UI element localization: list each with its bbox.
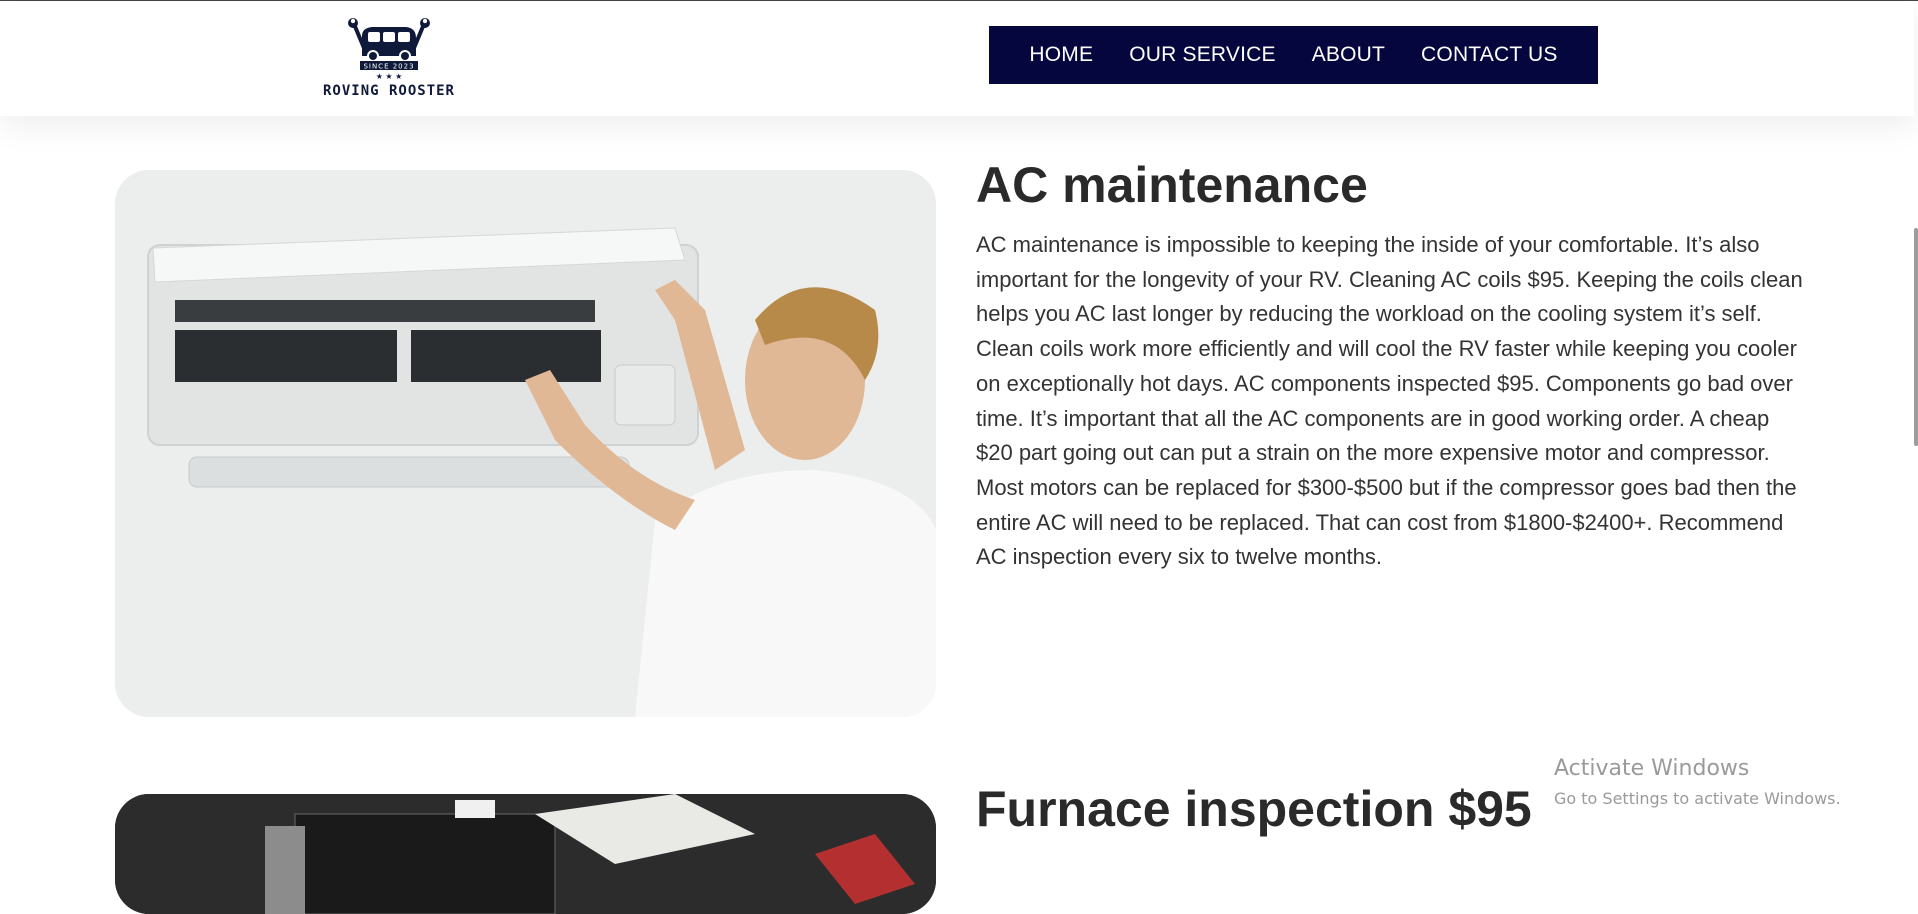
van-logo-icon: SINCE 2023 ★ ★ ★ xyxy=(348,18,430,80)
site-header: SINCE 2023 ★ ★ ★ ROVING ROOSTER HOME OUR… xyxy=(0,1,1914,116)
main-nav: HOME OUR SERVICE ABOUT CONTACT US xyxy=(989,26,1598,84)
furnace-image xyxy=(115,794,936,914)
watermark-subtitle: Go to Settings to activate Windows. xyxy=(1554,789,1841,808)
svg-text:★ ★ ★: ★ ★ ★ xyxy=(376,72,403,80)
logo-text: ROVING ROOSTER xyxy=(322,83,455,99)
windows-activation-watermark: Activate Windows Go to Settings to activ… xyxy=(1554,756,1841,808)
nav-home[interactable]: HOME xyxy=(1011,43,1111,67)
nav-our-service[interactable]: OUR SERVICE xyxy=(1111,43,1294,67)
logo-badge-text: SINCE 2023 xyxy=(363,63,414,71)
section-title-ac-maintenance: AC maintenance xyxy=(976,157,1368,213)
watermark-title: Activate Windows xyxy=(1554,756,1750,781)
nav-contact-us[interactable]: CONTACT US xyxy=(1403,43,1576,67)
ac-technician-image xyxy=(115,170,936,717)
site-logo[interactable]: SINCE 2023 ★ ★ ★ ROVING ROOSTER xyxy=(318,18,460,102)
furnace-illustration xyxy=(115,794,936,914)
ac-technician-illustration xyxy=(115,170,936,717)
page-scrollbar[interactable] xyxy=(1914,228,1918,446)
nav-about[interactable]: ABOUT xyxy=(1294,43,1403,67)
section-body-ac-maintenance: AC maintenance is impossible to keeping … xyxy=(976,232,1803,570)
section-title-furnace-inspection: Furnace inspection $95 xyxy=(976,781,1532,837)
